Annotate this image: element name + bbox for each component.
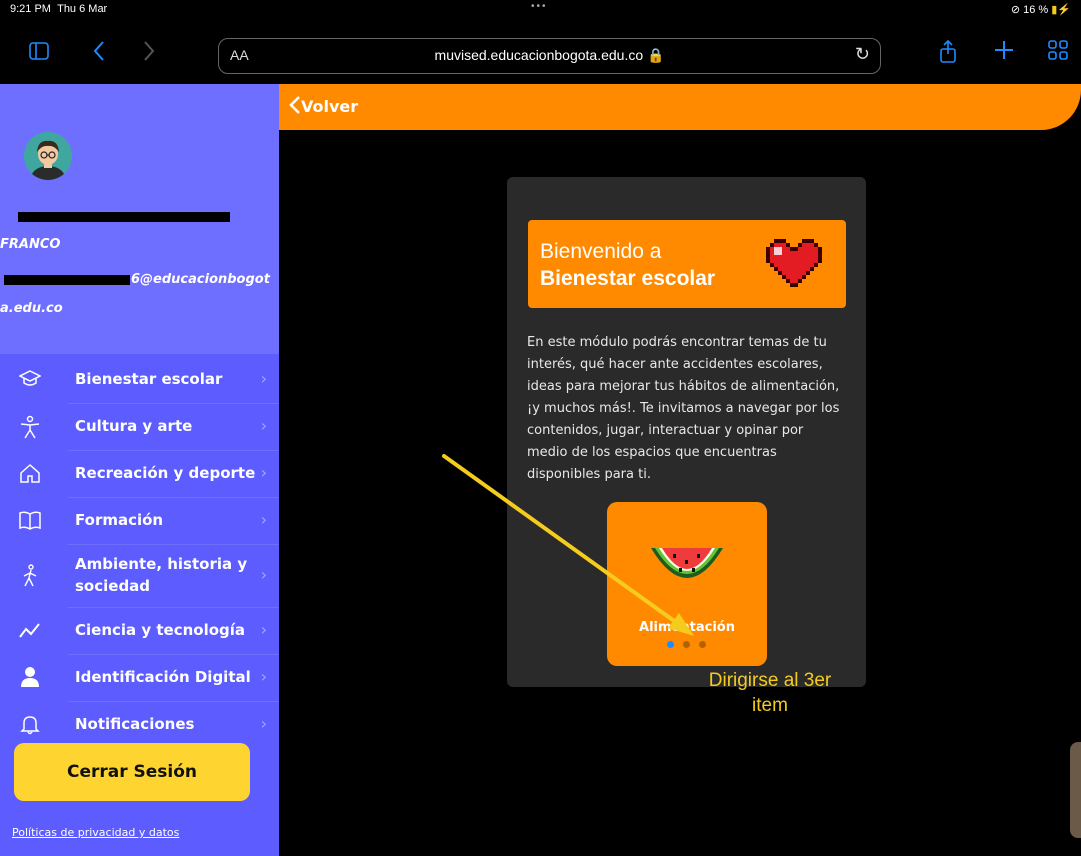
chevron-right-icon: ›	[260, 510, 267, 529]
user-icon	[18, 666, 42, 690]
sidebar-item-recreacion-y-deporte[interactable]: Recreación y deporte ›	[20, 451, 279, 498]
walking-person-icon	[18, 564, 42, 588]
pixel-heart-icon	[766, 239, 822, 287]
browser-toolbar: AA muvised.educacionbogota.edu.co 🔒 ↻	[0, 18, 1081, 84]
bell-icon	[18, 713, 42, 737]
chevron-left-icon	[289, 96, 300, 114]
sidebar: FRANCO 6@educacionbogot a.edu.co Bienest…	[0, 84, 279, 856]
url-text[interactable]: muvised.educacionbogota.edu.co 🔒	[219, 47, 880, 64]
logout-button[interactable]: Cerrar Sesión	[14, 743, 250, 801]
status-time-date: 9:21 PM Thu 6 Mar	[10, 3, 108, 15]
welcome-banner: Bienvenido a Bienestar escolar	[528, 220, 846, 308]
watermelon-icon	[651, 548, 723, 578]
carousel-dot-2[interactable]	[683, 641, 690, 648]
avatar	[24, 132, 72, 180]
sidebar-item-bienestar-escolar[interactable]: Bienestar escolar ›	[18, 357, 279, 404]
trend-line-icon	[18, 619, 42, 643]
redacted-email	[4, 275, 130, 285]
user-email-partial: 6@educacionbogot	[131, 272, 270, 287]
sidebar-menu: Bienestar escolar › Cultura y arte › Rec…	[0, 357, 279, 748]
chevron-right-icon: ›	[260, 369, 267, 388]
share-icon[interactable]	[938, 39, 958, 69]
back-label: Volver	[301, 97, 359, 116]
sidebar-item-identificacion-digital[interactable]: Identificación Digital ›	[21, 655, 279, 702]
carousel-item-label: Alimentación	[639, 620, 735, 635]
sidebar-item-cultura-y-arte[interactable]: Cultura y arte ›	[20, 404, 279, 451]
user-name: FRANCO	[0, 237, 61, 252]
chevron-right-icon: ›	[260, 565, 267, 584]
profile-section: FRANCO 6@educacionbogot a.edu.co	[0, 84, 279, 354]
sidebar-toggle-icon[interactable]	[28, 40, 50, 67]
person-arms-up-icon	[18, 415, 42, 439]
privacy-policy-link[interactable]: Políticas de privacidad y datos	[12, 826, 179, 839]
sidebar-item-label: Cultura y arte	[75, 417, 193, 435]
carousel-dot-3[interactable]	[699, 641, 706, 648]
sidebar-item-formacion[interactable]: Formación ›	[19, 498, 279, 545]
welcome-title-line1: Bienvenido a	[540, 240, 662, 263]
sidebar-item-ambiente-historia-sociedad[interactable]: Ambiente, historia y sociedad ›	[23, 545, 279, 608]
sidebar-item-label: Notificaciones	[75, 715, 195, 733]
module-description: En este módulo podrás encontrar temas de…	[527, 335, 840, 482]
graduation-cap-icon	[18, 368, 42, 392]
page-header: Volver	[279, 84, 1081, 130]
back-arrow-icon[interactable]	[92, 40, 106, 67]
reload-icon[interactable]: ↻	[855, 44, 870, 65]
tab-overview-icon[interactable]	[1048, 40, 1068, 65]
annotation-line2: item	[752, 695, 788, 716]
status-bar: 9:21 PM Thu 6 Mar ••• ⊘ 16 % ▮⚡	[0, 0, 1081, 18]
sidebar-item-label: Identificación Digital	[75, 668, 251, 686]
chevron-right-icon: ›	[260, 667, 267, 686]
forward-arrow-icon[interactable]	[142, 40, 156, 67]
sidebar-item-label: Recreación y deporte	[75, 464, 256, 482]
sidebar-item-notificaciones[interactable]: Notificaciones ›	[20, 702, 279, 748]
address-bar[interactable]: AA muvised.educacionbogota.edu.co 🔒 ↻	[218, 38, 881, 74]
welcome-title-line2: Bienestar escolar	[540, 267, 716, 290]
annotation-text: Dirigirse al 3er item	[675, 668, 865, 718]
sidebar-item-label: Formación	[75, 511, 164, 529]
annotation-line1: Dirigirse al 3er	[708, 670, 832, 691]
chevron-right-icon: ›	[260, 714, 267, 733]
floating-side-handle[interactable]	[1070, 742, 1081, 838]
sidebar-item-ciencia-y-tecnologia[interactable]: Ciencia y tecnología ›	[19, 608, 279, 655]
battery-icon: ▮⚡	[1051, 4, 1071, 16]
link-icon: ⊘	[1010, 4, 1021, 16]
welcome-card: Bienvenido a Bienestar escolar En este m…	[507, 177, 866, 687]
house-icon	[18, 462, 42, 486]
book-icon	[18, 509, 42, 533]
battery-indicator: ⊘ 16 % ▮⚡	[1010, 4, 1071, 16]
user-email-domain: a.edu.co	[0, 301, 63, 316]
sidebar-item-label: Ciencia y tecnología	[75, 621, 246, 639]
multitasking-dots-icon[interactable]: •••	[531, 1, 548, 12]
sidebar-item-label: Bienestar escolar	[75, 370, 223, 388]
back-button[interactable]: Volver	[289, 96, 358, 116]
chevron-right-icon: ›	[260, 463, 267, 482]
redacted-name	[18, 212, 230, 222]
chevron-right-icon: ›	[260, 620, 267, 639]
chevron-right-icon: ›	[260, 416, 267, 435]
carousel-item-alimentacion[interactable]: Alimentación	[607, 502, 767, 666]
sidebar-item-label: Ambiente, historia y sociedad	[75, 555, 248, 595]
carousel-dot-1[interactable]	[667, 641, 674, 648]
new-tab-plus-icon[interactable]	[994, 40, 1014, 65]
